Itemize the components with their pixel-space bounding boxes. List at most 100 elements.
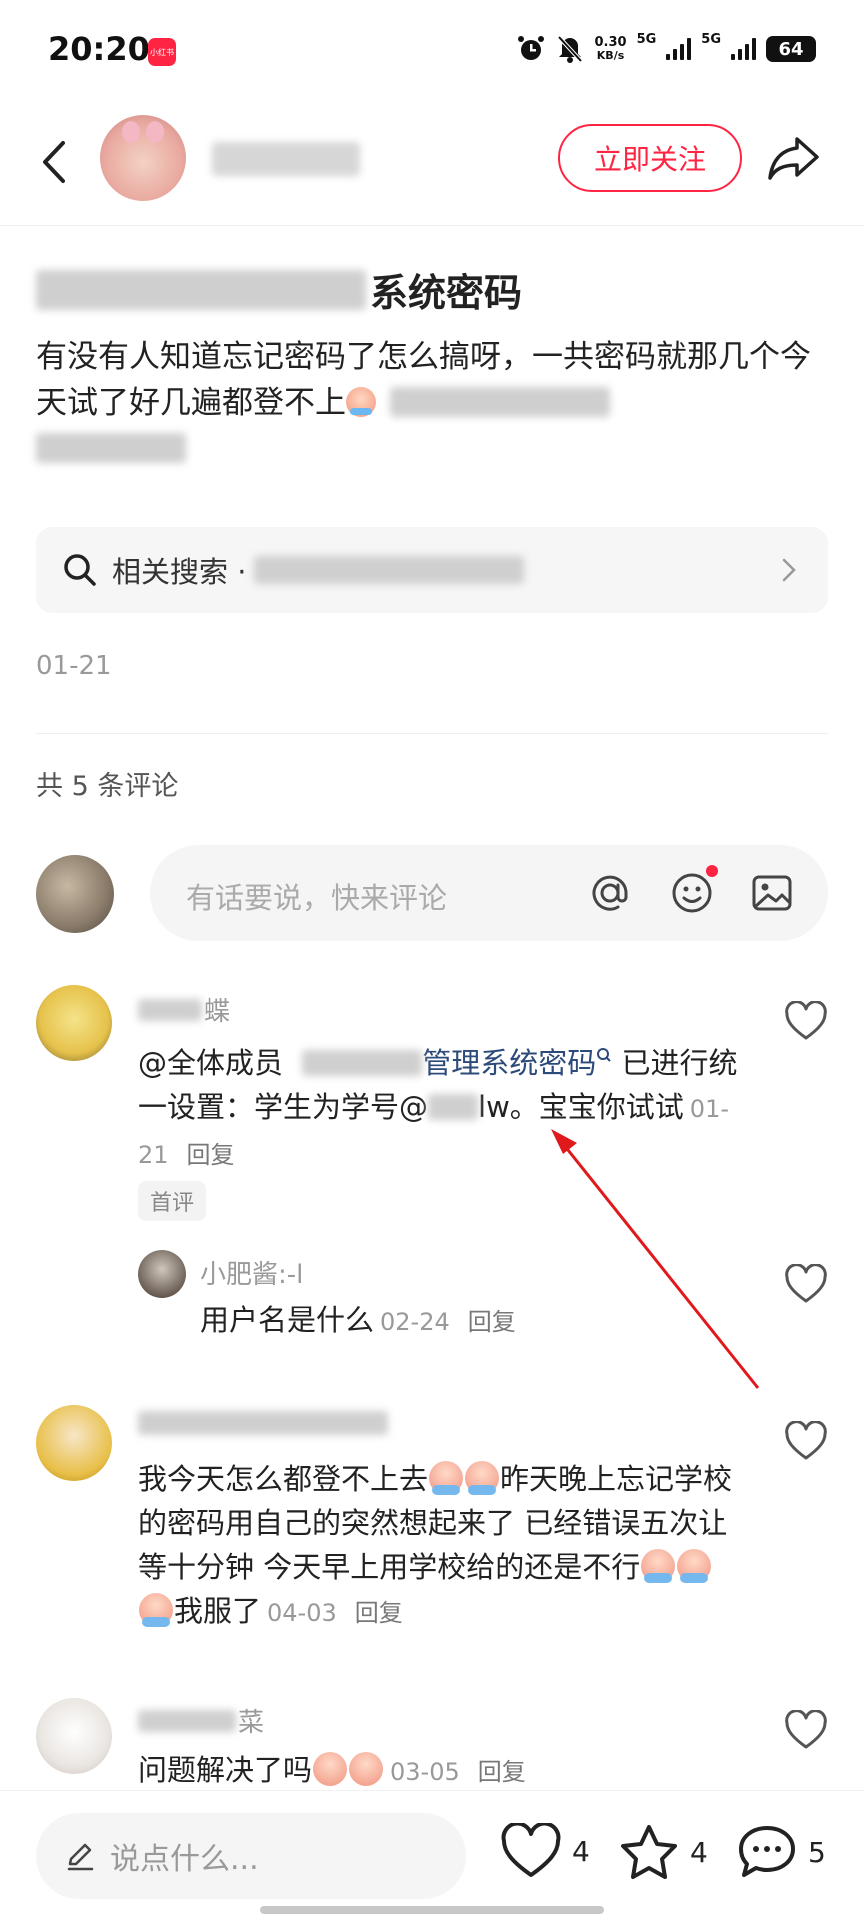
comment-input[interactable]: 有话要说，快来评论 [150,845,828,941]
keyword-link[interactable]: 管理系统密码 [422,1046,596,1080]
comment-text-body-3: 我服了 [174,1594,262,1628]
mute-icon [558,35,583,63]
search-small-icon [597,1048,611,1062]
redacted-text [428,1094,479,1120]
say-something-input[interactable]: 说点什么... [36,1813,466,1899]
redacted-hashtags-2[interactable] [36,433,186,463]
status-bar: 20:20 小红书 0.30 KB/s 5G 5G 64 [0,0,864,100]
crying-emoji-icon [641,1549,676,1583]
comment-text-body: 问题解决了吗 [138,1753,313,1787]
pen-icon [67,1843,94,1871]
commenter-avatar[interactable] [36,1405,112,1481]
sim2-signal-icon [731,38,756,60]
mention-button[interactable] [584,867,636,919]
net-speed-unit: KB/s [596,49,625,62]
notification-dot [706,865,718,877]
crying-emoji-icon [429,1461,464,1495]
sim2-label: 5G [701,31,721,47]
image-button[interactable] [746,867,798,919]
net-speed: 0.30 KB/s [594,36,626,62]
chevron-right-icon [782,558,796,582]
peach-emoji-icon [349,1752,384,1786]
replier-avatar[interactable] [138,1250,186,1298]
heart-icon [785,1421,827,1460]
comment-text-body: 我今天怎么都登不上去 [138,1462,429,1496]
follow-button[interactable]: 立即关注 [558,124,742,192]
collect-count: 4 [690,1835,708,1869]
my-avatar[interactable] [36,855,114,933]
commenter-name-visible: 菜 [238,1708,265,1738]
post-title-text: 系统密码 [370,271,523,315]
redacted-text [302,1050,423,1076]
battery-icon: 64 [766,36,816,62]
reply-button[interactable]: 回复 [468,1308,516,1336]
reply-button[interactable]: 回复 [355,1599,403,1627]
app-badge-icon: 小红书 [148,38,176,66]
reply-text: 用户名是什么 02-24 回复 [200,1298,800,1344]
comment-count: 共 5 条评论 [36,771,179,802]
comment-date: 04-03 [267,1599,337,1627]
reply-button[interactable]: 回复 [187,1141,235,1169]
commenter-name[interactable]: 蝶 [138,991,230,1028]
commenter-avatar[interactable] [36,985,112,1061]
reply-button[interactable]: 回复 [478,1758,526,1786]
comment-like-button[interactable] [782,1708,830,1752]
like-count: 4 [572,1834,590,1868]
reply-text-body: 用户名是什么 [200,1303,375,1337]
author-avatar[interactable] [100,115,186,201]
collect-button[interactable]: 4 [618,1823,708,1881]
author-name-redacted[interactable] [212,142,360,176]
net-speed-value: 0.30 [594,35,627,50]
post-title: 系统密码 [36,262,522,317]
comment-text: 我今天怎么都登不上去 昨天晚上忘记学校的密码用自己的突然想起来了 已经错误五次让等… [138,1457,738,1635]
comment-like-button[interactable] [782,999,830,1043]
commenter-name[interactable] [138,1411,388,1435]
image-icon [752,875,792,911]
commenter-name-visible: 蝶 [204,997,231,1027]
redacted-hashtags[interactable] [389,387,610,417]
comment-text: @全体成员 管理系统密码 已进行统一设置：学生为学号@ lw。宝宝你试试 01-21… [138,1041,738,1177]
status-icons: 0.30 KB/s 5G 5G 64 [516,31,816,64]
redacted-text [36,269,366,310]
related-search[interactable]: 相关搜索 · [36,527,828,613]
comment-total: 5 [808,1835,826,1869]
comment-icon [739,1826,795,1877]
comment-mention: @全体成员 [138,1046,284,1080]
post-body: 有没有人知道忘记密码了怎么搞呀，一共密码就那几个今天试了好几遍都登不上 [36,334,836,472]
back-button[interactable] [30,130,78,194]
bottom-action-bar: 说点什么... 4 4 5 [0,1790,864,1920]
back-icon [43,141,65,183]
comment-like-button[interactable] [782,1419,830,1463]
commenter-name[interactable]: 菜 [138,1702,264,1739]
comment-input-placeholder: 有话要说，快来评论 [186,881,448,915]
replier-name[interactable]: 小肥酱:-l [200,1254,303,1291]
first-comment-badge: 首评 [138,1181,207,1221]
say-something-placeholder: 说点什么... [110,1842,259,1877]
post-header: 立即关注 [0,100,864,226]
peach-emoji-icon [313,1752,348,1786]
search-icon [64,554,96,586]
redacted-name [138,998,202,1021]
heart-icon [501,1823,561,1877]
emoji-button[interactable] [666,865,718,919]
at-icon [592,875,628,911]
crying-emoji-icon [139,1593,173,1627]
commenter-avatar[interactable] [36,1698,112,1774]
redacted-name [138,1709,236,1732]
reply-date: 02-24 [380,1308,450,1336]
post-date: 01-21 [36,651,112,681]
home-indicator[interactable] [260,1906,604,1914]
sim1-label: 5G [636,31,657,47]
status-time: 20:20 [48,30,150,68]
sim1-signal-icon [666,38,692,60]
crying-emoji-icon [465,1461,500,1495]
comment-button[interactable]: 5 [736,1823,826,1881]
heart-icon [785,1710,827,1749]
like-button[interactable]: 4 [500,1823,590,1879]
reply-like-button[interactable] [782,1262,830,1306]
heart-icon [785,1264,827,1303]
alarm-icon [518,36,545,60]
crying-emoji-icon [677,1549,712,1583]
redacted-search-term [254,556,525,584]
share-button[interactable] [766,130,822,186]
